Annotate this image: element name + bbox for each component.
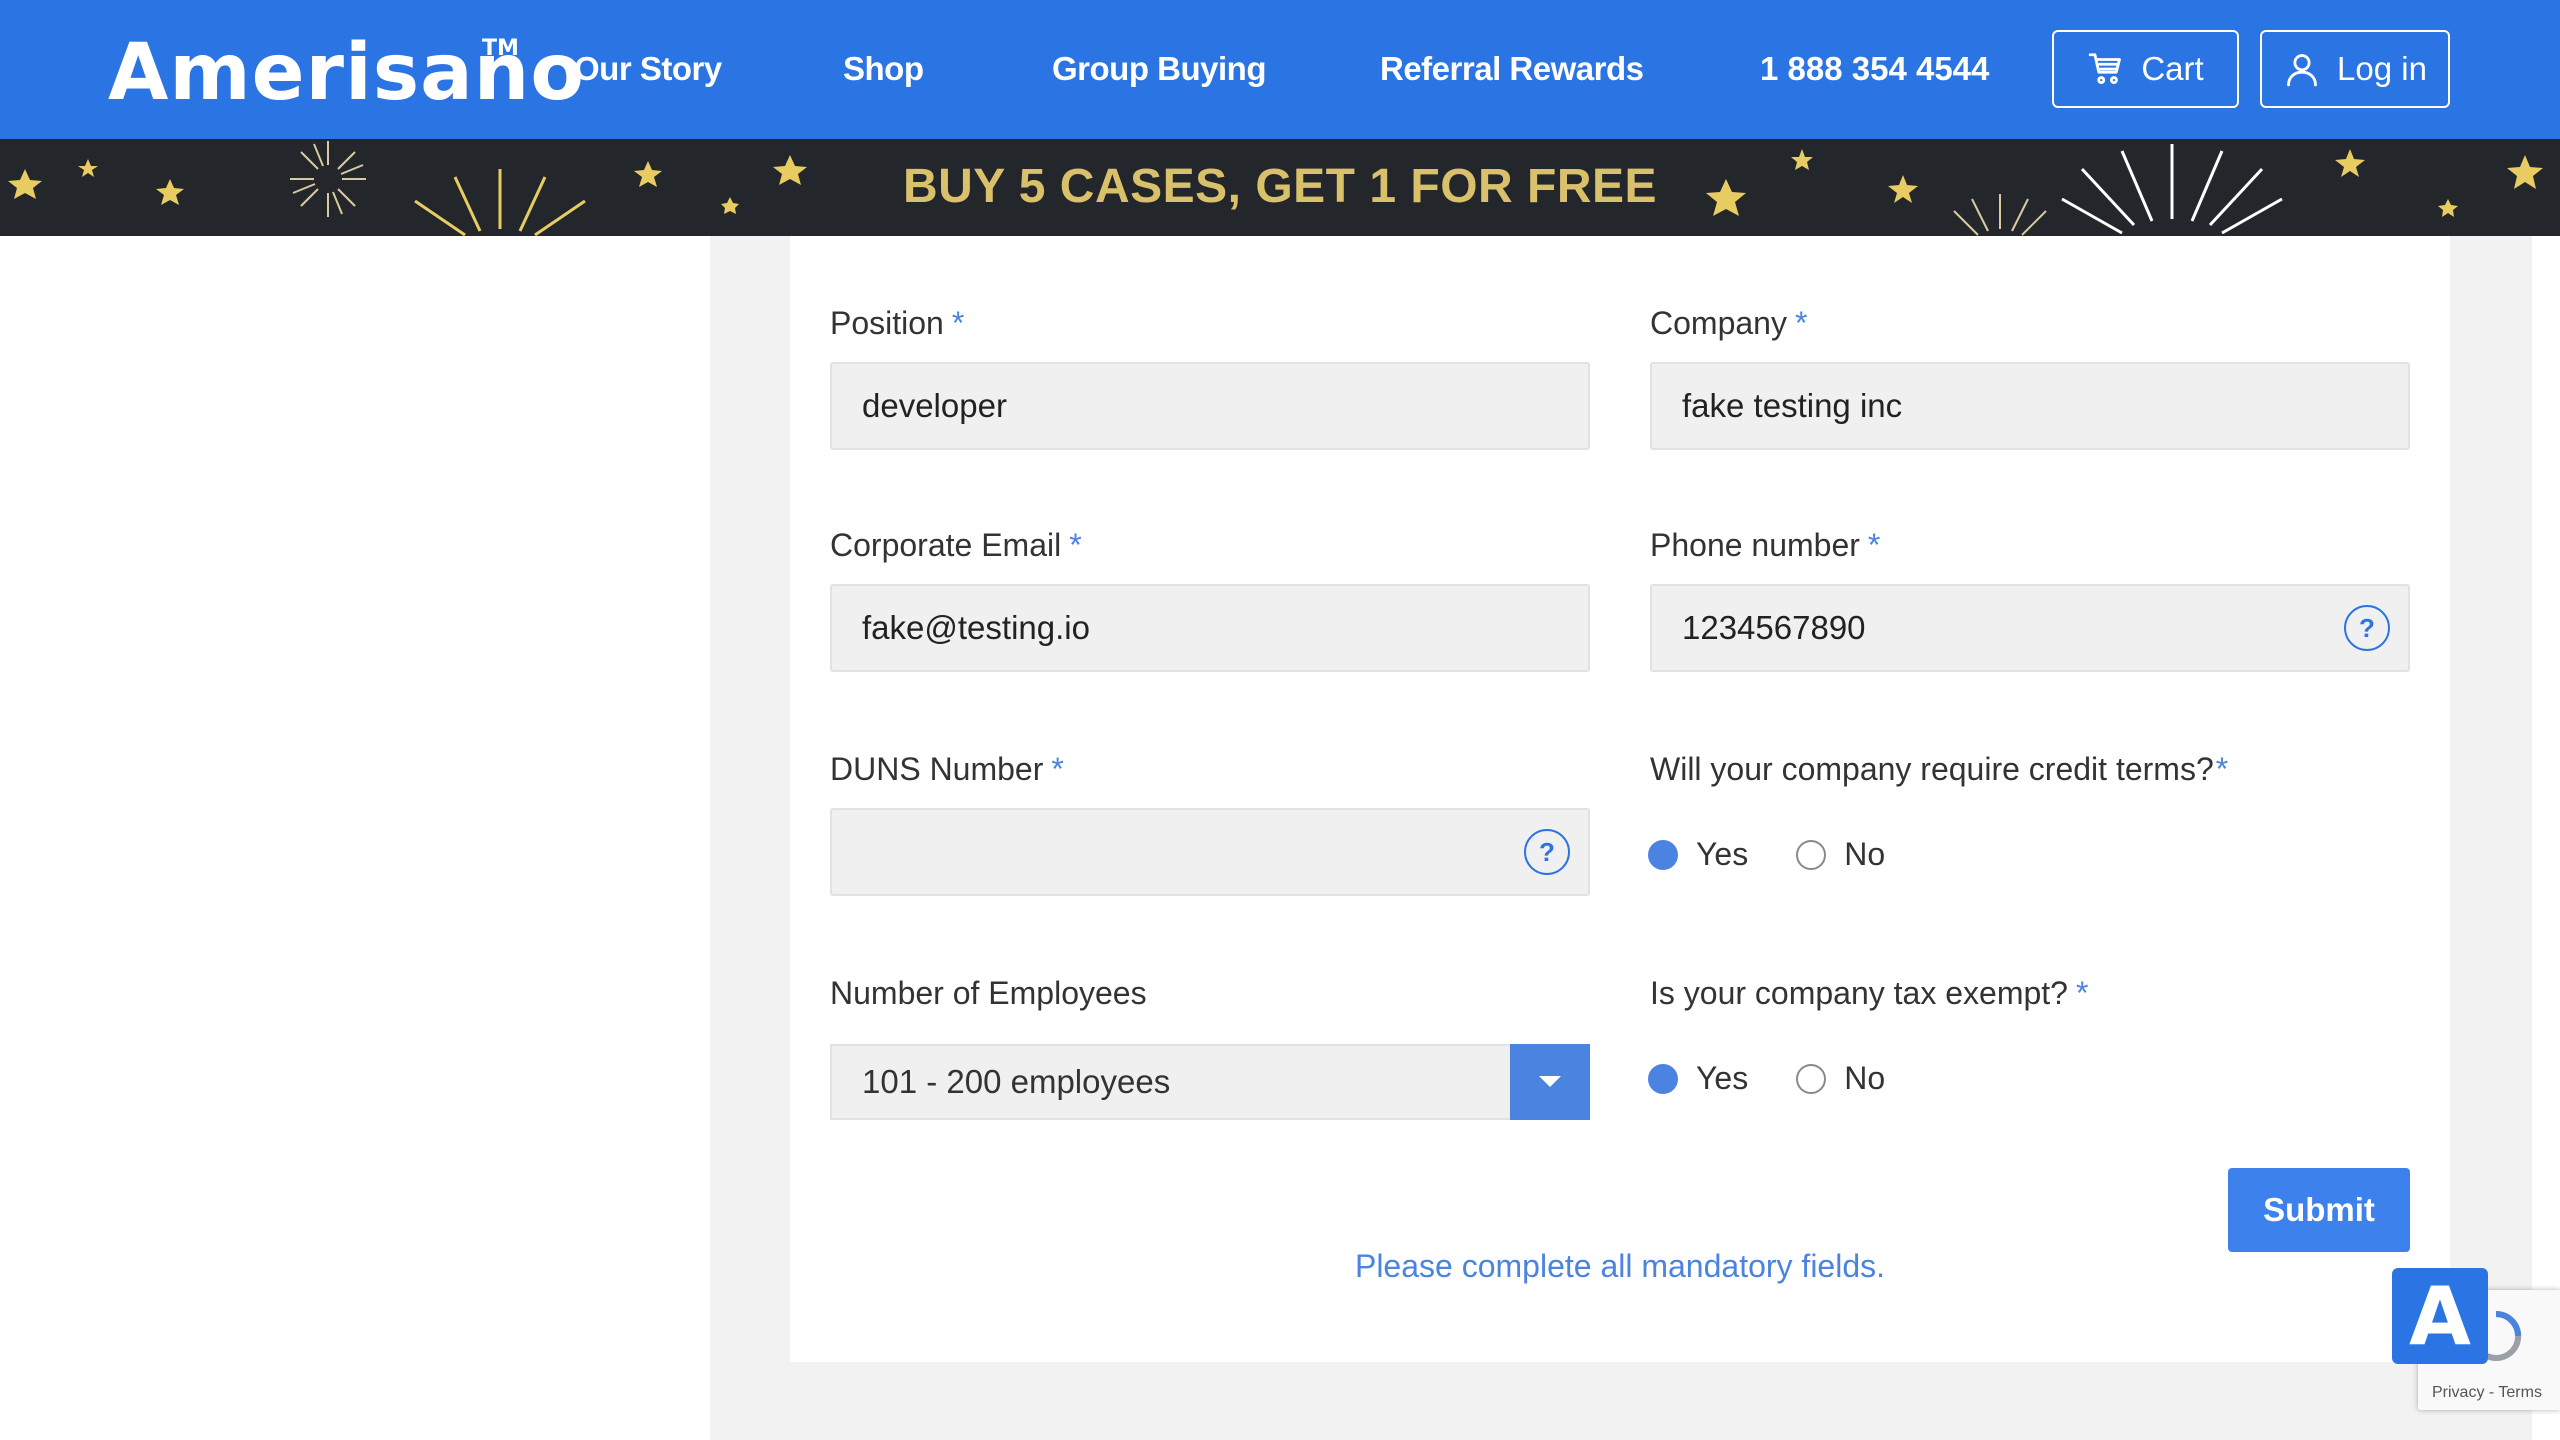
required-mark: * (1867, 527, 1881, 563)
employees-selected: 101 - 200 employees (862, 1063, 1171, 1100)
email-input[interactable]: fake@testing.io (830, 584, 1590, 672)
position-input[interactable]: developer (830, 362, 1590, 450)
submit-button[interactable]: Submit (2228, 1168, 2410, 1252)
cart-label: Cart (2141, 50, 2204, 87)
phone-label: Phone number * (1650, 527, 1881, 563)
promo-banner[interactable]: BUY 5 CASES, GET 1 FOR FREE (0, 139, 2560, 236)
radio-button-checked[interactable] (1648, 1063, 1678, 1094)
position-label: Position * (830, 305, 965, 341)
nav-group-buying[interactable]: Group Buying (1052, 50, 1266, 88)
required-mark: * (1069, 527, 1082, 563)
duns-label: DUNS Number * (830, 751, 1064, 787)
phone-value: 1234567890 (1682, 609, 1866, 646)
cart-button[interactable]: Cart (2052, 30, 2239, 108)
company-value: fake testing inc (1682, 387, 1903, 424)
page-gutter-right (2450, 236, 2532, 1440)
nav-our-story[interactable]: Our Story (574, 50, 722, 88)
credit-terms-label: Will your company require credit terms?* (1650, 751, 2229, 787)
radio-button[interactable] (1796, 1063, 1827, 1094)
phone-number[interactable]: 1 888 354 4544 (1760, 50, 1989, 88)
employees-label: Number of Employees (830, 975, 1147, 1011)
company-input[interactable]: fake testing inc (1650, 362, 2410, 450)
cart-icon (2089, 53, 2122, 85)
tax-exempt-no-option[interactable]: No (1796, 1060, 1885, 1097)
email-label: Corporate Email * (830, 527, 1082, 563)
help-icon[interactable]: ? (2344, 605, 2390, 651)
tax-exempt-radio-group: Yes No (1648, 1060, 1933, 1097)
position-value: developer (862, 387, 1007, 424)
required-mark: * (2075, 975, 2089, 1011)
credit-terms-radio-group: Yes No (1648, 836, 1933, 873)
caret-down-icon (1539, 1076, 1561, 1087)
accessibility-widget-button[interactable]: A (2392, 1268, 2488, 1364)
tax-exempt-label: Is your company tax exempt? * (1650, 975, 2089, 1011)
page-gutter-left (710, 236, 790, 1440)
employees-select[interactable]: 101 - 200 employees (830, 1044, 1590, 1120)
dropdown-toggle[interactable] (1510, 1044, 1590, 1120)
radio-button[interactable] (1796, 839, 1827, 870)
email-value: fake@testing.io (862, 609, 1090, 646)
recaptcha-links[interactable]: Privacy - Terms (2432, 1384, 2542, 1402)
required-mark: * (951, 305, 965, 341)
login-button[interactable]: Log in (2260, 30, 2450, 108)
required-mark: * (1794, 305, 1808, 341)
promo-text: BUY 5 CASES, GET 1 FOR FREE (902, 160, 1658, 213)
company-label: Company * (1650, 305, 1808, 341)
trademark-mark: TM (482, 36, 519, 61)
required-mark: * (1051, 751, 1064, 787)
site-header: Amerisano TM Our Story Shop Group Buying… (0, 0, 2560, 139)
page-gutter-bottom (710, 1362, 2532, 1440)
credit-terms-yes-option[interactable]: Yes (1648, 836, 1748, 873)
nav-shop[interactable]: Shop (843, 50, 924, 88)
login-label: Log in (2337, 50, 2427, 87)
help-icon[interactable]: ? (1524, 829, 1570, 875)
tax-exempt-yes-option[interactable]: Yes (1648, 1060, 1748, 1097)
credit-terms-no-option[interactable]: No (1796, 836, 1885, 873)
radio-button-checked[interactable] (1648, 839, 1678, 870)
required-mark: * (2215, 751, 2229, 787)
nav-referral-rewards[interactable]: Referral Rewards (1380, 50, 1644, 88)
duns-input[interactable]: ? (830, 808, 1590, 896)
mandatory-fields-notice: Please complete all mandatory fields. (1354, 1248, 1886, 1284)
phone-input[interactable]: 1234567890 ? (1650, 584, 2410, 672)
user-icon (2287, 54, 2317, 87)
